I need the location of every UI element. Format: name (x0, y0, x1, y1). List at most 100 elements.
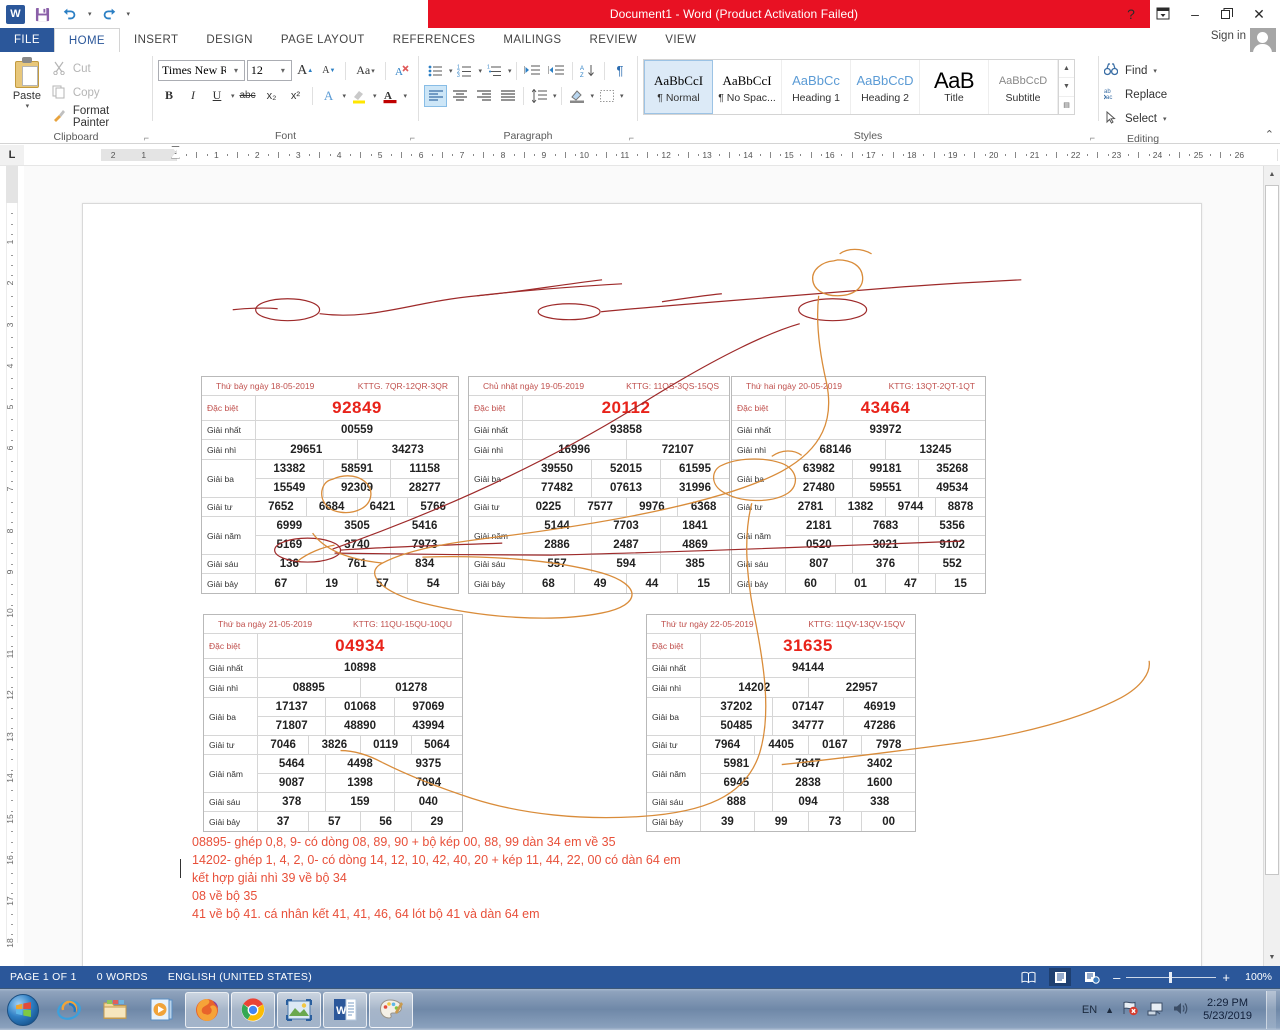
tab-design[interactable]: DESIGN (192, 28, 267, 52)
undo-dropdown-icon[interactable]: ▾ (88, 10, 92, 18)
quick-access-toolbar[interactable]: W ▾ ▾ (0, 0, 130, 28)
tab-mailings[interactable]: MAILINGS (489, 28, 575, 52)
zoom-slider[interactable]: – + (1113, 970, 1230, 985)
style-normal[interactable]: AaBbCcI ¶ Normal (644, 60, 713, 114)
style-title[interactable]: AaB Title (920, 60, 989, 114)
decrease-indent-button[interactable] (521, 60, 544, 82)
clock[interactable]: 2:29 PM 5/23/2019 (1197, 997, 1258, 1023)
underline-button[interactable]: U (206, 85, 228, 107)
zoom-out-button[interactable]: – (1113, 970, 1120, 985)
text-effects-button[interactable]: A (318, 85, 340, 107)
sign-in-link[interactable]: Sign in (1211, 30, 1246, 42)
tab-references[interactable]: REFERENCES (379, 28, 490, 52)
paste-dropdown-icon[interactable]: ▾ (26, 102, 30, 110)
borders-button[interactable] (595, 85, 618, 107)
styles-dialog-launcher-icon[interactable]: ⌐ (1090, 133, 1095, 143)
gallery-scroll-down-icon[interactable]: ▼ (1059, 78, 1074, 97)
tab-review[interactable]: REVIEW (576, 28, 652, 52)
font-size-dropdown-icon[interactable]: ▾ (276, 66, 290, 75)
replace-button[interactable]: ab ac Replace (1103, 83, 1182, 107)
paragraph-dialog-launcher-icon[interactable]: ⌐ (629, 133, 634, 143)
font-size-box[interactable]: ▾ (246, 60, 293, 81)
photo-viewer-icon[interactable] (277, 991, 321, 1028)
align-center-button[interactable] (448, 85, 471, 107)
start-button[interactable] (0, 991, 46, 1029)
font-dialog-launcher-icon[interactable]: ⌐ (410, 133, 415, 143)
close-icon[interactable]: ✕ (1250, 7, 1268, 21)
file-explorer-icon[interactable] (93, 992, 137, 1028)
print-layout-button[interactable] (1049, 968, 1072, 986)
tab-page-layout[interactable]: PAGE LAYOUT (267, 28, 379, 52)
page-indicator[interactable]: PAGE 1 OF 1 (0, 971, 87, 983)
gallery-more-icon[interactable]: ▤ (1059, 97, 1074, 114)
customize-qat-icon[interactable]: ▾ (127, 10, 131, 18)
style-no-spacing[interactable]: AaBbCcI ¶ No Spac... (713, 60, 782, 114)
zoom-track[interactable] (1126, 971, 1217, 983)
change-case-button[interactable]: Aa ▾ (351, 60, 381, 82)
firefox-icon[interactable] (185, 991, 229, 1028)
tab-file[interactable]: FILE (0, 28, 54, 52)
multilevel-dropdown-icon[interactable]: ▾ (508, 67, 512, 75)
scroll-down-icon[interactable]: ▼ (1264, 949, 1280, 966)
avatar[interactable] (1250, 28, 1276, 55)
tray-language[interactable]: EN (1082, 1004, 1097, 1016)
tab-view[interactable]: VIEW (651, 28, 710, 52)
superscript-button[interactable]: x² (285, 85, 307, 107)
font-family-box[interactable]: ▾ (158, 60, 245, 81)
select-button[interactable]: Select ▾ (1104, 107, 1182, 131)
align-left-button[interactable] (424, 84, 447, 107)
zoom-level[interactable]: 100% (1240, 971, 1272, 983)
style-subtitle[interactable]: AaBbCcD Subtitle (989, 60, 1058, 114)
highlight-button[interactable] (348, 85, 370, 107)
bullets-dropdown-icon[interactable]: ▾ (449, 67, 453, 75)
zoom-in-button[interactable]: + (1222, 970, 1230, 985)
word-count[interactable]: 0 WORDS (87, 971, 158, 983)
shading-button[interactable] (566, 85, 589, 107)
document-area[interactable]: Thứ bảy ngày 18-05-2019 KTTG. 7QR-12QR-3… (24, 166, 1263, 966)
horizontal-ruler[interactable]: 2 1 1 2 3 4 5 6 7 8 9 10 11 12 13 14 15 16 17 18 19 20 21 22 23 2… (26, 145, 1280, 163)
underline-dropdown-icon[interactable]: ▾ (231, 92, 235, 100)
web-layout-button[interactable] (1081, 968, 1103, 986)
save-icon[interactable] (31, 3, 53, 25)
collapse-ribbon-icon[interactable]: ⌃ (1265, 128, 1274, 141)
redo-icon[interactable] (98, 3, 120, 25)
ribbon-display-options-icon[interactable] (1154, 7, 1172, 22)
line-spacing-dropdown-icon[interactable]: ▾ (553, 92, 557, 100)
network-icon[interactable] (1147, 1001, 1164, 1019)
sort-button[interactable]: AZ (577, 60, 600, 82)
cut-button[interactable]: Cut (49, 57, 147, 81)
action-center-icon[interactable] (1122, 1000, 1139, 1019)
tab-home[interactable]: HOME (53, 28, 120, 52)
styles-gallery-nav[interactable]: ▲ ▼ ▤ (1058, 60, 1074, 114)
grow-font-button[interactable]: A ▲ (294, 60, 316, 82)
justify-button[interactable] (496, 85, 519, 107)
tab-insert[interactable]: INSERT (120, 28, 192, 52)
ribbon-tabs[interactable]: FILE HOME INSERT DESIGN PAGE LAYOUT REFE… (0, 28, 1280, 55)
increase-indent-button[interactable] (545, 60, 568, 82)
word-icon[interactable]: W (323, 991, 367, 1028)
clipboard-dialog-launcher-icon[interactable]: ⌐ (144, 133, 149, 143)
format-painter-button[interactable]: Format Painter (49, 105, 147, 129)
find-button[interactable]: Find ▾ (1103, 59, 1182, 83)
font-color-dropdown-icon[interactable]: ▾ (404, 92, 408, 100)
show-desktop-button[interactable] (1266, 990, 1276, 1029)
strikethrough-button[interactable]: abc (237, 85, 259, 107)
shrink-font-button[interactable]: A ▼ (318, 60, 340, 82)
tab-stop-selector[interactable]: L (0, 144, 24, 165)
chrome-icon[interactable] (231, 991, 275, 1028)
scroll-up-icon[interactable]: ▲ (1264, 166, 1280, 183)
find-dropdown-icon[interactable]: ▾ (1153, 67, 1157, 75)
italic-button[interactable]: I (182, 85, 204, 107)
style-heading-1[interactable]: AaBbCс Heading 1 (782, 60, 851, 114)
multilevel-list-button[interactable]: 1 (483, 60, 506, 82)
document-page[interactable]: Thứ bảy ngày 18-05-2019 KTTG. 7QR-12QR-3… (82, 203, 1202, 966)
clear-formatting-button[interactable]: A (391, 60, 413, 82)
gallery-scroll-up-icon[interactable]: ▲ (1059, 60, 1074, 79)
vertical-scrollbar[interactable]: ▲ ▼ (1263, 166, 1280, 966)
restore-icon[interactable] (1218, 7, 1236, 21)
numbering-dropdown-icon[interactable]: ▾ (479, 67, 483, 75)
paste-button[interactable]: Paste ▾ (5, 55, 49, 110)
bold-button[interactable]: B (158, 85, 180, 107)
vertical-ruler[interactable]: 1 2 3 4 5 6 7 8 9 10 11 12 13 14 15 16 17 18 (0, 166, 24, 966)
font-color-button[interactable]: A (379, 85, 401, 107)
